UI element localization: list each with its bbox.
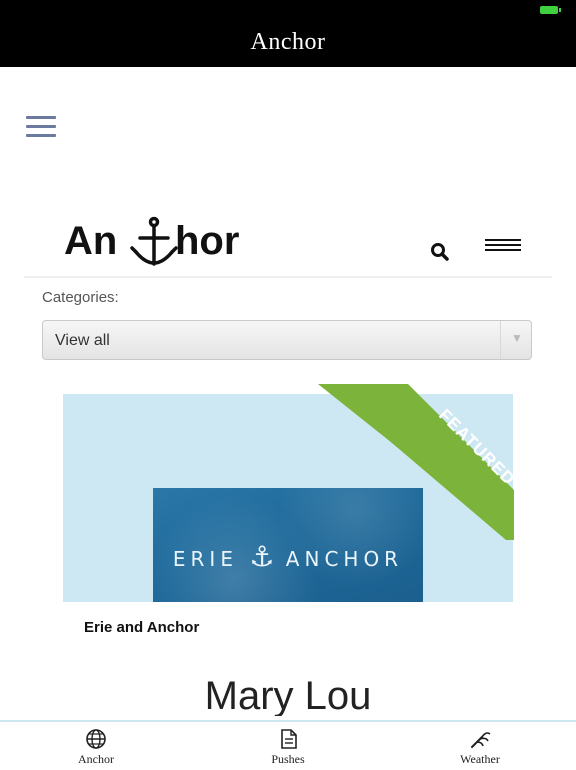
featured-post-card[interactable]: ERIE ⚓ ANCHOR FEATURED Erie and Anchor — [63, 384, 519, 640]
categories-label: Categories: — [42, 289, 119, 306]
select-arrow[interactable]: ▼ — [500, 321, 531, 359]
post-title[interactable]: Erie and Anchor — [84, 619, 199, 636]
ampersand-anchor-icon: ⚓ — [249, 540, 275, 573]
logo-text-right: hor — [175, 219, 239, 263]
globe-icon — [86, 729, 106, 749]
anchor-icon — [130, 216, 178, 266]
logo-text-left: An — [64, 219, 117, 263]
tab-weather[interactable]: Weather — [420, 728, 540, 767]
document-icon — [281, 729, 297, 749]
featured-ribbon: FEATURED — [318, 384, 528, 544]
site-menu-button[interactable] — [485, 239, 521, 255]
photo-brand-text: ERIE ⚓ ANCHOR — [172, 540, 404, 573]
tab-bar: Anchor Pushes Weather — [0, 720, 576, 770]
tab-label: Anchor — [78, 752, 114, 766]
search-icon[interactable] — [428, 240, 452, 264]
next-post-title[interactable]: Mary Lou — [0, 672, 576, 716]
site-logo[interactable]: An hor — [64, 212, 284, 276]
tab-label: Pushes — [271, 752, 305, 766]
category-select-value: View all — [55, 332, 110, 349]
side-menu-button[interactable] — [26, 116, 56, 138]
tab-pushes[interactable]: Pushes — [228, 728, 348, 767]
status-bar — [0, 0, 576, 18]
app-title-bar: Anchor — [0, 18, 576, 67]
category-select[interactable]: View all ▼ — [42, 320, 532, 360]
tab-label: Weather — [460, 752, 500, 766]
wind-icon — [471, 732, 491, 748]
site-header: An hor — [24, 212, 552, 278]
tab-anchor[interactable]: Anchor — [36, 728, 156, 767]
chevron-down-icon: ▼ — [511, 331, 523, 345]
app-title: Anchor — [250, 29, 326, 55]
battery-icon — [540, 6, 561, 14]
